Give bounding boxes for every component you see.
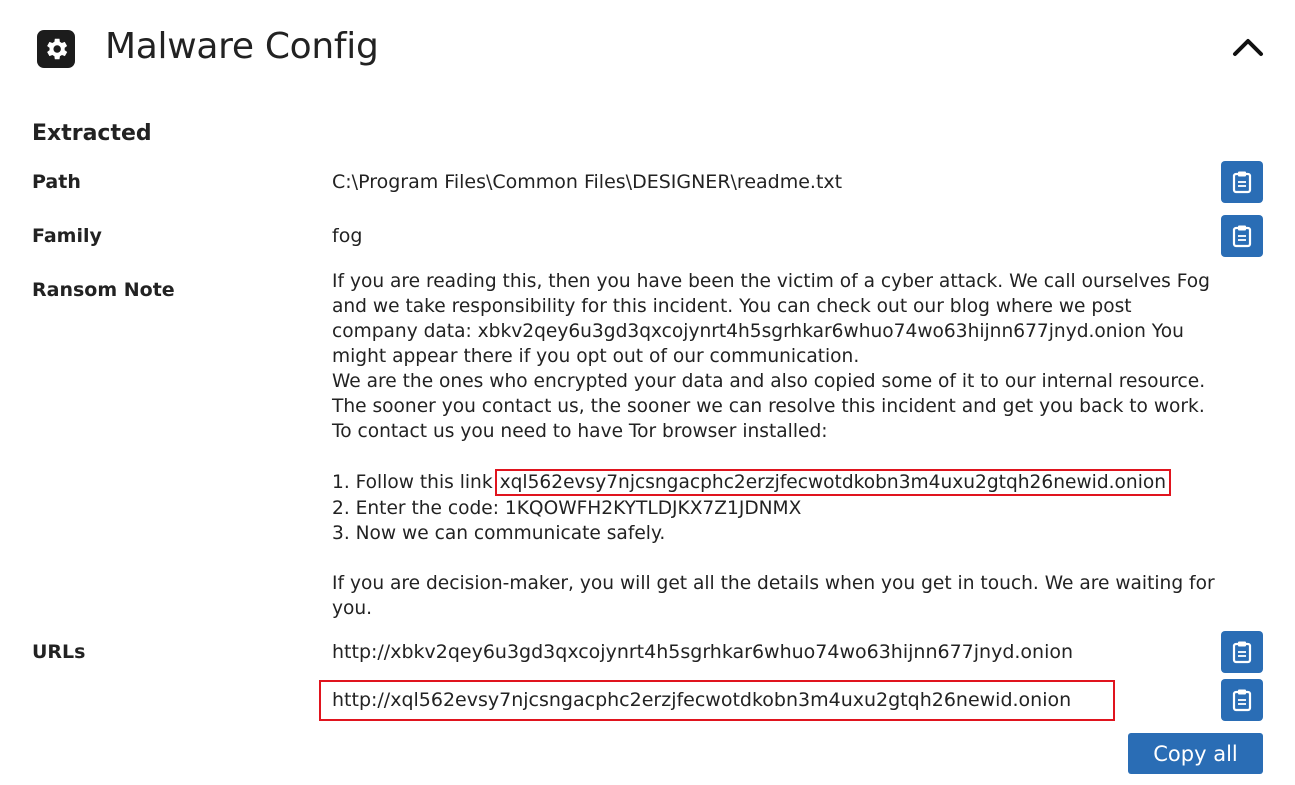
- section-heading: Extracted: [32, 121, 152, 146]
- copy-family-button[interactable]: [1221, 215, 1263, 257]
- note-line: To contact us you need to have Tor brows…: [332, 421, 828, 442]
- chevron-up-icon[interactable]: [1230, 32, 1266, 62]
- note-step-2: 2. Enter the code: 1KQOWFH2KYTLDJKX7Z1JD…: [332, 498, 802, 519]
- ransom-note-label: Ransom Note: [32, 279, 175, 301]
- url-value-2: http://xql562evsy7njcsngacphc2erzjfecwot…: [332, 689, 1072, 711]
- tor-link-highlight: xql562evsy7njcsngacphc2erzjfecwotdkobn3m…: [494, 469, 1172, 496]
- gear-icon: [37, 30, 75, 68]
- clipboard-icon: [1232, 225, 1252, 248]
- path-value: C:\Program Files\Common Files\DESIGNER\r…: [332, 171, 843, 193]
- copy-url-1-button[interactable]: [1221, 631, 1263, 673]
- clipboard-icon: [1232, 689, 1252, 712]
- note-closing: If you are decision-maker, you will get …: [332, 573, 1215, 594]
- clipboard-icon: [1232, 641, 1252, 664]
- note-line: The sooner you contact us, the sooner we…: [332, 396, 1205, 417]
- note-closing: you.: [332, 598, 373, 619]
- ransom-note-text: If you are reading this, then you have b…: [332, 269, 1267, 621]
- urls-label: URLs: [32, 641, 86, 663]
- clipboard-icon: [1232, 171, 1252, 194]
- note-line: might appear there if you opt out of our…: [332, 346, 860, 367]
- step1-prefix: 1. Follow this link: [332, 472, 493, 493]
- path-label: Path: [32, 171, 81, 193]
- note-line: and we take responsibility for this inci…: [332, 296, 1132, 317]
- copy-url-2-button[interactable]: [1221, 679, 1263, 721]
- panel-title: Malware Config: [105, 26, 379, 67]
- copy-all-button[interactable]: Copy all: [1128, 733, 1263, 774]
- url-value-1: http://xbkv2qey6u3gd3qxcojynrt4h5sgrhkar…: [332, 641, 1074, 663]
- copy-path-button[interactable]: [1221, 161, 1263, 203]
- panel-header: Malware Config: [0, 0, 1295, 96]
- note-line: We are the ones who encrypted your data …: [332, 371, 1206, 392]
- family-label: Family: [32, 225, 102, 247]
- note-step-3: 3. Now we can communicate safely.: [332, 523, 666, 544]
- note-step-1: 1. Follow this link xql562evsy7njcsngacph…: [332, 469, 1267, 496]
- note-line: company data: xbkv2qey6u3gd3qxcojynrt4h5…: [332, 321, 1184, 342]
- note-line: If you are reading this, then you have b…: [332, 271, 1210, 292]
- family-value: fog: [332, 225, 363, 247]
